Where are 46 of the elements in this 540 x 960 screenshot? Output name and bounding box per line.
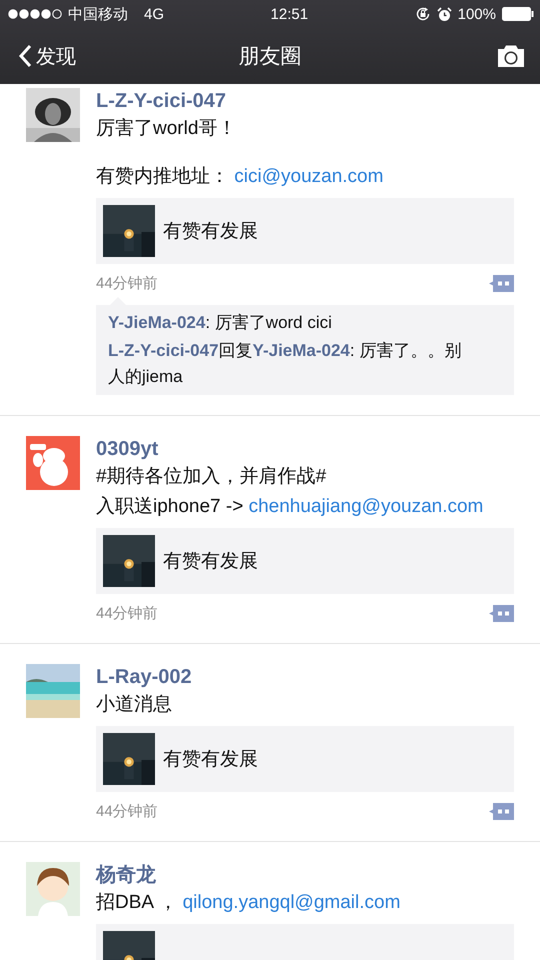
email-link[interactable]: chenhuajiang@youzan.com [248, 496, 484, 517]
link-card[interactable]: 有赞有发展 [96, 528, 514, 594]
author-name[interactable]: 杨奇龙 [96, 862, 514, 888]
camera-button[interactable] [496, 44, 526, 68]
carrier-label: 中国移动 [68, 4, 128, 24]
link-title: 有赞有发展 [163, 550, 258, 574]
user-name-link[interactable]: L-Z-Y-cici-047 [108, 341, 219, 360]
battery-percent: 100% [458, 6, 496, 22]
email-link[interactable]: cici@youzan.com [234, 166, 384, 187]
link-card[interactable]: 有赞有发展 [96, 198, 514, 264]
link-title: 有赞有发展 [163, 220, 258, 244]
post-text: #期待各位加入，并肩作战# [96, 465, 328, 489]
post-text: 招DBA ， qilong.yangql@gmail.com [96, 891, 402, 915]
comment-icon [489, 275, 514, 292]
battery-icon [502, 7, 534, 21]
email-link[interactable]: qilong.yangql@gmail.com [182, 892, 400, 913]
alarm-icon [436, 6, 452, 22]
comment-button[interactable] [489, 605, 514, 622]
comment-button[interactable] [489, 275, 514, 292]
page-title: 朋友圈 [238, 44, 302, 70]
author-name[interactable]: L-Z-Y-cici-047 [96, 88, 514, 114]
post-time: 44分钟前 [96, 802, 158, 821]
comment-text: L-Z-Y-cici-047回复Y-JieMa-024: 厉害了。。别人的jiema [108, 340, 462, 388]
comment-button[interactable] [489, 803, 514, 820]
comment-icon [489, 803, 514, 820]
post-time: 44分钟前 [96, 274, 158, 293]
user-name-link[interactable]: Y-JieMa-024 [108, 313, 206, 332]
author-name[interactable]: L-Ray-002 [96, 664, 514, 690]
user-name-link[interactable]: Y-JieMa-024 [252, 341, 350, 360]
post-text: 小道消息 [96, 693, 173, 717]
post-text: 入职送iphone7 -> chenhuajiang@youzan.com [96, 495, 484, 519]
signal-icon [8, 9, 62, 19]
post-text: 厉害了world哥！ [96, 117, 238, 141]
camera-icon [496, 44, 526, 68]
author-name[interactable]: 0309yt [96, 436, 514, 462]
rotation-lock-icon [414, 6, 431, 22]
back-button[interactable]: 发现 [18, 42, 76, 70]
network-label: 4G [144, 6, 164, 22]
comment-icon [489, 605, 514, 622]
link-title: 有赞有发展 [163, 748, 258, 772]
comment-text: Y-JieMa-024: 厉害了word cici [108, 312, 333, 334]
post-text: 有赞内推地址： cici@youzan.com [96, 165, 384, 189]
link-card[interactable]: 有赞有发展 [96, 726, 514, 792]
clock-label: 12:51 [270, 6, 308, 22]
chevron-left-icon [18, 44, 32, 68]
post-time: 44分钟前 [96, 604, 158, 623]
